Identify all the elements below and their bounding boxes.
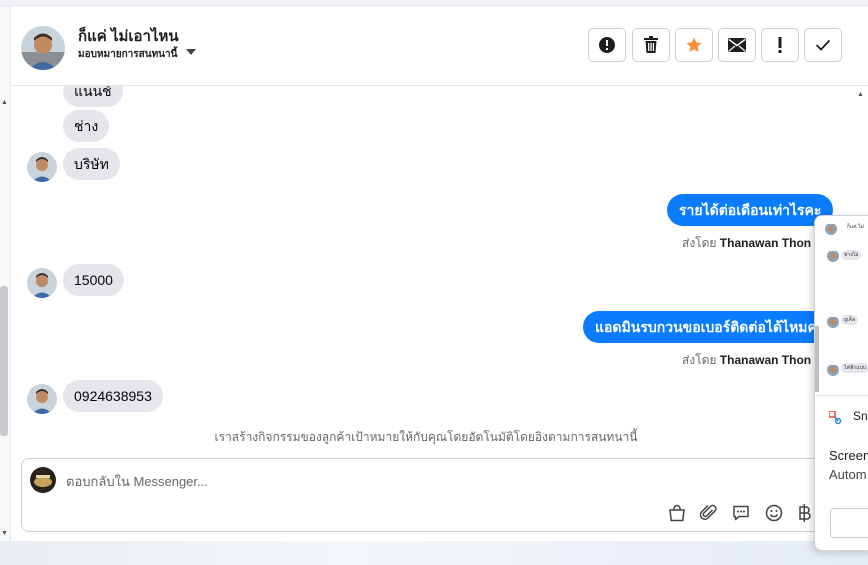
- popup-thumbnail: ก็แค่ ไม่ ช่างไม่ ยูเค็ล ไฟฟ้าแบบ: [815, 216, 868, 396]
- exclamation-icon: [778, 37, 782, 53]
- left-scrollbar[interactable]: ▲ ▼: [0, 6, 11, 541]
- trash-icon: [644, 36, 658, 53]
- message-incoming: 15000: [63, 264, 124, 296]
- scroll-up-arrow-icon[interactable]: ▲: [1, 99, 8, 106]
- mini-message: ช่างไม่: [841, 250, 862, 260]
- baht-icon[interactable]: [794, 502, 816, 524]
- mini-avatar: [827, 250, 839, 262]
- scroll-up-arrow-icon[interactable]: ▲: [857, 91, 864, 98]
- message-outgoing: แอดมินรบกวนขอเบอร์ติดต่อได้ไหมคะ: [583, 311, 837, 343]
- follow-up-button[interactable]: [761, 28, 799, 62]
- snipping-tool-icon: [829, 411, 842, 425]
- paperclip-icon[interactable]: [698, 502, 720, 524]
- mark-unread-button[interactable]: [718, 28, 756, 62]
- notification-title: Screen: [829, 448, 868, 463]
- assign-conversation-label[interactable]: มอบหมายการสนทนานี้: [78, 47, 177, 62]
- mini-message: ยูเค็ล: [841, 315, 859, 325]
- shopping-bag-icon[interactable]: [666, 502, 688, 524]
- mark-done-button[interactable]: [804, 28, 842, 62]
- mini-message: ไฟฟ้าแบบ: [841, 363, 868, 373]
- contact-avatar: [27, 152, 57, 182]
- message-incoming: 0924638953: [63, 380, 163, 412]
- reply-input[interactable]: [66, 470, 666, 492]
- envelope-icon: [728, 38, 746, 52]
- emoji-icon[interactable]: [763, 502, 785, 524]
- message-incoming: บริษัท: [63, 148, 120, 180]
- scroll-down-arrow-icon[interactable]: ▼: [1, 530, 8, 537]
- conversation-header: ก็แค่ ไม่เอาไหน มอบหมายการสนทนานี้: [11, 6, 868, 86]
- lead-activity-note: เราสร้างกิจกรรมของลูกค้าเป้าหมายให้กับคุ…: [214, 430, 638, 444]
- spam-button[interactable]: [588, 28, 626, 62]
- saved-reply-icon[interactable]: [730, 502, 752, 524]
- chevron-down-icon[interactable]: [186, 49, 196, 55]
- mini-avatar: [827, 316, 839, 328]
- star-button[interactable]: [675, 28, 713, 62]
- notification-popup[interactable]: ก็แค่ ไม่ ช่างไม่ ยูเค็ล ไฟฟ้าแบบ Sni Sc…: [814, 215, 868, 551]
- snipping-tool-app-name: Sni: [853, 409, 868, 423]
- contact-avatar: [27, 268, 57, 298]
- check-icon: [815, 39, 831, 51]
- star-icon: [686, 37, 702, 52]
- contact-avatar: [27, 384, 57, 414]
- message-incoming: แนนช์: [63, 86, 123, 107]
- message-thread[interactable]: แนนช์ ช่าง บริษัท รายได้ต่อเดือนเท่าไรคะ…: [11, 86, 853, 446]
- contact-avatar[interactable]: [21, 26, 65, 70]
- exclamation-circle-icon: [599, 37, 615, 53]
- mini-contact-name: ก็แค่ ไม่: [847, 224, 864, 230]
- reply-composer: [21, 458, 821, 532]
- mini-avatar: [827, 364, 839, 376]
- left-scroll-thumb[interactable]: [0, 286, 8, 436]
- bottom-strip: [0, 541, 868, 565]
- sent-by-label: ส่งโดย Thanawan Thon: [682, 236, 812, 250]
- notification-body: Autom: [829, 467, 867, 482]
- mini-avatar: [825, 223, 837, 235]
- sent-by-label: ส่งโดย Thanawan Thon: [682, 353, 812, 367]
- message-incoming: ช่าง: [63, 110, 110, 142]
- notification-action-button[interactable]: [830, 508, 868, 538]
- message-outgoing: รายได้ต่อเดือนเท่าไรคะ: [667, 194, 834, 226]
- delete-button[interactable]: [632, 28, 670, 62]
- page-avatar: [30, 467, 56, 493]
- popup-scroll-thumb: [815, 326, 819, 392]
- contact-name: ก็แค่ ไม่เอาไหน: [78, 28, 179, 45]
